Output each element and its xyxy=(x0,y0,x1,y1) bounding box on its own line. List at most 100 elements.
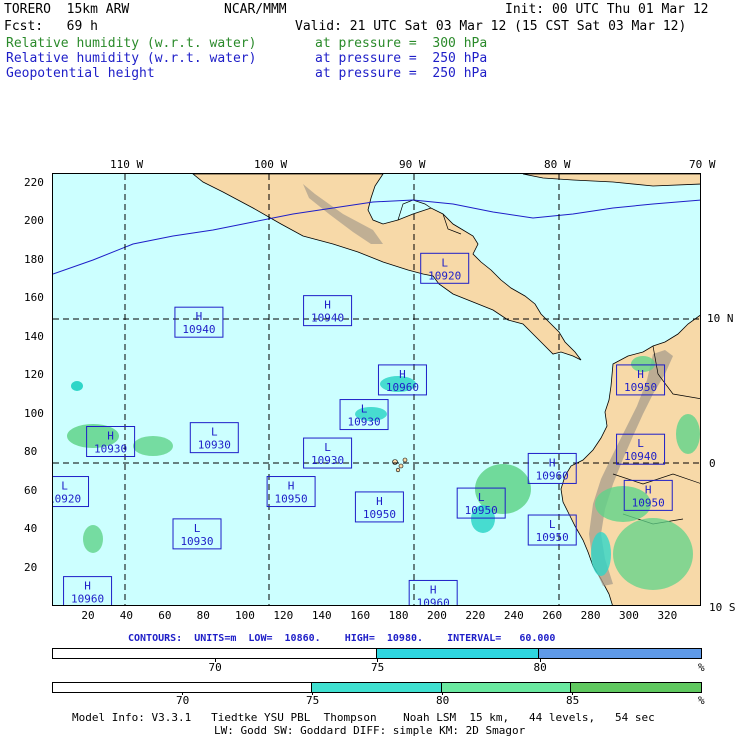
field-3-name: Geopotential height xyxy=(6,66,155,81)
center-type: H xyxy=(399,368,406,381)
colorbar-label: 80 xyxy=(533,661,547,674)
colorbar-segment xyxy=(571,683,701,692)
x-tick-label: 300 xyxy=(619,609,639,622)
y-tick-label: 80 xyxy=(24,445,38,459)
x-tick-label: 220 xyxy=(465,609,486,622)
center-type: H xyxy=(107,429,114,442)
center-value: 10960 xyxy=(386,381,419,394)
field-2-name: Relative humidity (w.r.t. water) xyxy=(6,51,257,66)
center-value: 10930 xyxy=(311,454,344,467)
center-value: 10960 xyxy=(417,596,450,606)
center-value: 10950 xyxy=(624,381,657,394)
colorbar-tick xyxy=(214,659,216,662)
lat-label: 10 S xyxy=(709,601,736,614)
map-panel: L 10920 H 10940 H 10940 H 10960 L 10930 L 10930 H 109… xyxy=(52,173,701,606)
y-tick-label: 180 xyxy=(24,252,44,266)
center-type: H xyxy=(549,456,556,469)
map-canvas: L10920H10940H10940H10960L10930L10930H109… xyxy=(53,174,700,606)
colorbar-label: 70 xyxy=(176,694,190,707)
center-value: 10920 xyxy=(53,493,81,506)
center-type: L xyxy=(194,522,201,535)
center-type: H xyxy=(324,299,331,312)
center-type: L xyxy=(549,518,556,531)
center-value: 10930 xyxy=(198,439,231,452)
lat-label: 10 N xyxy=(707,312,734,325)
center-type: L xyxy=(637,437,644,450)
x-tick-label: 180 xyxy=(388,609,409,622)
colorbar-segment xyxy=(53,683,313,692)
model-physics: LW: Godd SW: Goddard DIFF: simple KM: 2D… xyxy=(214,724,526,737)
lon-label: 100 W xyxy=(254,158,288,171)
field-2-level: at pressure = 250 hPa xyxy=(315,51,488,66)
y-tick-label: 20 xyxy=(24,560,38,574)
lon-label: 110 W xyxy=(110,158,144,171)
colorbar-segment xyxy=(539,649,701,658)
x-tick-label: 200 xyxy=(427,609,447,622)
field-1-name: Relative humidity (w.r.t. water) xyxy=(6,36,257,51)
x-tick-label: 260 xyxy=(542,609,563,622)
center-type: L xyxy=(441,256,448,269)
x-tick-label: 20 xyxy=(81,609,95,622)
center-value: 10920 xyxy=(428,269,461,282)
colorbar-label: 85 xyxy=(566,694,580,707)
center-value: 10950 xyxy=(363,508,396,521)
colorbar-label: 80 xyxy=(436,694,450,707)
center-type: L xyxy=(211,426,218,439)
center-value: 10950 xyxy=(465,504,498,517)
organization: NCAR/MMM xyxy=(224,2,287,17)
x-tick-label: 80 xyxy=(196,609,210,622)
x-tick-label: 120 xyxy=(273,609,294,622)
colorbar-tick xyxy=(539,659,541,662)
x-tick-label: 160 xyxy=(350,609,371,622)
y-tick-label: 120 xyxy=(24,368,44,382)
colorbar-label: 75 xyxy=(371,661,385,674)
colorbar-segment xyxy=(441,683,572,692)
center-value: 10960 xyxy=(71,593,104,606)
valid-time: Valid: 21 UTC Sat 03 Mar 12 (15 CST Sat … xyxy=(295,19,687,34)
x-tick-label: 60 xyxy=(158,609,172,622)
lat-label: 0 xyxy=(709,457,716,470)
center-type: H xyxy=(288,480,295,493)
init-time: Init: 00 UTC Thu 01 Mar 12 xyxy=(505,2,709,17)
forecast-hour: Fcst: 69 h xyxy=(4,19,98,34)
y-tick-label: 40 xyxy=(24,522,38,536)
field-3-level: at pressure = 250 hPa xyxy=(315,66,488,81)
y-tick-label: 200 xyxy=(24,214,44,228)
center-type: H xyxy=(645,483,652,496)
x-tick-label: 280 xyxy=(580,609,601,622)
colorbar-300hpa-unit: % xyxy=(698,694,705,707)
center-value: 10940 xyxy=(311,312,344,325)
colorbar-segment xyxy=(312,683,442,692)
y-tick-label: 140 xyxy=(24,329,44,343)
colorbar-tick xyxy=(182,692,183,695)
center-value: 10960 xyxy=(536,469,569,482)
colorbar-tick xyxy=(442,692,443,695)
colorbar-tick xyxy=(572,692,573,695)
model-name: TORERO 15km ARW xyxy=(4,2,130,17)
colorbar-250hpa xyxy=(52,648,702,659)
center-type: H xyxy=(637,368,644,381)
x-tick-label: 40 xyxy=(119,609,134,622)
y-tick-label: 220 xyxy=(24,175,44,189)
center-type: L xyxy=(478,491,485,504)
center-type: H xyxy=(376,495,383,508)
center-value: 10930 xyxy=(180,535,213,548)
x-tick-label: 320 xyxy=(657,609,678,622)
x-tick-label: 100 xyxy=(235,609,255,622)
x-tick-label: 140 xyxy=(311,609,332,622)
y-tick-label: 100 xyxy=(24,406,44,420)
center-value: 10940 xyxy=(624,450,657,463)
lon-label: 70 W xyxy=(689,158,716,171)
colorbar-label: 75 xyxy=(306,694,320,707)
center-value: 10950 xyxy=(632,496,665,509)
x-tick-label: 240 xyxy=(503,609,524,622)
center-value: 10950 xyxy=(536,531,569,544)
colorbar-tick xyxy=(377,659,378,662)
colorbar-250hpa-unit: % xyxy=(698,661,705,674)
colorbar-label: 70 xyxy=(208,661,222,674)
colorbar-segment xyxy=(377,649,539,658)
y-tick-label: 160 xyxy=(24,291,44,305)
center-type: L xyxy=(361,403,368,416)
lon-label: 90 W xyxy=(399,158,426,171)
colorbar-300hpa xyxy=(52,682,702,693)
